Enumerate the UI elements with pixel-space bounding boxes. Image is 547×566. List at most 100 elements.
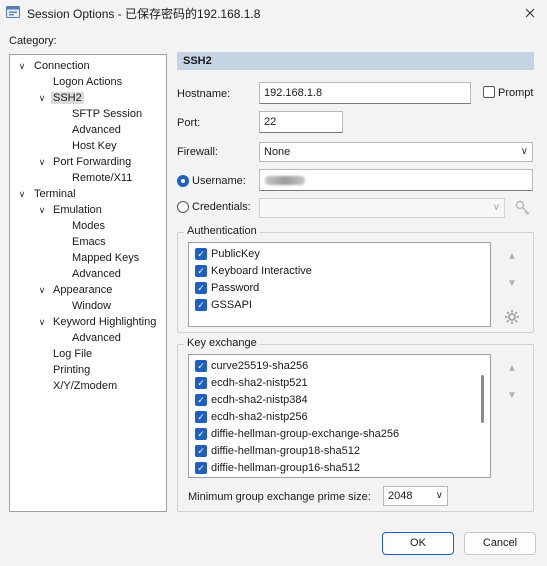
- session-options-window: Session Options - 已保存密码的192.168.1.8 Cate…: [0, 0, 547, 566]
- radio-icon: [177, 175, 189, 188]
- hostname-label: Hostname:: [177, 88, 231, 100]
- list-item[interactable]: ✓ GSSAPI: [195, 297, 252, 314]
- tree-item-port-forwarding[interactable]: Port Forwarding: [51, 154, 133, 170]
- key-icon: [515, 200, 530, 215]
- checkbox-checked-icon: ✓: [195, 360, 207, 373]
- checkbox-checked-icon: ✓: [195, 411, 207, 424]
- tree-item-log-file[interactable]: Log File: [51, 346, 94, 362]
- checkbox-checked-icon: ✓: [195, 265, 207, 278]
- radio-icon: [177, 201, 189, 214]
- tree-item-remote-x11[interactable]: Remote/X11: [70, 170, 134, 186]
- checkbox-checked-icon: ✓: [195, 428, 207, 441]
- move-up-button[interactable]: ▲: [503, 247, 521, 265]
- list-item[interactable]: ✓ ecdh-sha2-nistp521: [195, 375, 308, 392]
- redacted-username: [265, 176, 305, 185]
- tree-item-xyzmodem[interactable]: X/Y/Zmodem: [51, 378, 119, 394]
- list-item[interactable]: ✓ ecdh-sha2-nistp384: [195, 392, 308, 409]
- section-header: SSH2: [177, 52, 534, 70]
- close-icon: [525, 8, 535, 18]
- username-label: Username:: [192, 175, 246, 187]
- tree-item-logon-actions[interactable]: Logon Actions: [51, 74, 124, 90]
- checkbox-checked-icon: ✓: [195, 445, 207, 458]
- tree-item-mapped-keys[interactable]: Mapped Keys: [70, 250, 141, 266]
- cancel-button[interactable]: Cancel: [464, 532, 536, 555]
- tree-item-modes[interactable]: Modes: [70, 218, 107, 234]
- checkbox-checked-icon: ✓: [195, 377, 207, 390]
- scrollbar-thumb[interactable]: [481, 375, 484, 423]
- tree-item-host-key[interactable]: Host Key: [70, 138, 119, 154]
- checkbox-checked-icon: ✓: [195, 248, 207, 261]
- checkbox-checked-icon: ✓: [195, 394, 207, 407]
- move-down-button[interactable]: ▼: [503, 386, 521, 404]
- chevron-down-icon: ∨: [492, 202, 500, 213]
- chevron-down-icon: ∨: [520, 146, 528, 157]
- authentication-title: Authentication: [184, 225, 260, 237]
- min-prime-select[interactable]: 2048 ∨: [383, 486, 448, 506]
- tree-item-ssh2[interactable]: SSH2: [51, 90, 84, 106]
- tree-item-window[interactable]: Window: [70, 298, 113, 314]
- expand-toggle-icon[interactable]: ∨: [37, 282, 47, 298]
- tree-item-connection[interactable]: Connection: [32, 58, 92, 74]
- arrow-up-icon: ▲: [507, 362, 517, 374]
- tree-item-ssh2-advanced[interactable]: Advanced: [70, 122, 123, 138]
- arrow-down-icon: ▼: [507, 389, 517, 401]
- expand-toggle-icon[interactable]: ∨: [37, 202, 47, 218]
- tree-item-sftp-session[interactable]: SFTP Session: [70, 106, 144, 122]
- key-exchange-title: Key exchange: [184, 337, 260, 349]
- title-bar: Session Options - 已保存密码的192.168.1.8: [0, 0, 547, 26]
- prompt-label: Prompt: [498, 87, 534, 99]
- port-input[interactable]: 22: [259, 111, 343, 133]
- credentials-label: Credentials:: [192, 201, 251, 213]
- firewall-select[interactable]: None ∨: [259, 142, 533, 162]
- window-title: Session Options - 已保存密码的192.168.1.8: [27, 7, 261, 21]
- authentication-list[interactable]: ✓ PublicKey ✓ Keyboard Interactive ✓ Passwo…: [188, 242, 491, 327]
- credentials-select[interactable]: ∨: [259, 198, 505, 218]
- tree-item-keyword-highlighting[interactable]: Keyword Highlighting: [51, 314, 158, 330]
- list-item[interactable]: ✓ ecdh-sha2-nistp256: [195, 409, 308, 426]
- checkbox-icon: [483, 86, 495, 99]
- tree-item-emulation-advanced[interactable]: Advanced: [70, 266, 123, 282]
- list-item[interactable]: ✓ Password: [195, 280, 259, 297]
- arrow-up-icon: ▲: [507, 250, 517, 262]
- expand-toggle-icon[interactable]: ∨: [37, 314, 47, 330]
- close-button[interactable]: [513, 0, 547, 26]
- move-down-button[interactable]: ▼: [503, 274, 521, 292]
- tree-item-keyword-advanced[interactable]: Advanced: [70, 330, 123, 346]
- expand-toggle-icon[interactable]: ∨: [37, 90, 47, 106]
- firewall-label: Firewall:: [177, 146, 218, 158]
- tree-item-printing[interactable]: Printing: [51, 362, 92, 378]
- key-exchange-list[interactable]: ✓ curve25519-sha256 ✓ ecdh-sha2-nistp521 ✓…: [188, 354, 491, 478]
- checkbox-checked-icon: ✓: [195, 462, 207, 475]
- category-tree[interactable]: ∨ Connection Logon Actions ∨ SSH2 SFTP S…: [9, 54, 167, 512]
- chevron-down-icon: ∨: [435, 490, 443, 501]
- checkbox-checked-icon: ✓: [195, 299, 207, 312]
- list-item[interactable]: ✓ curve25519-sha256: [195, 358, 308, 375]
- expand-toggle-icon[interactable]: ∨: [17, 58, 27, 74]
- ok-button[interactable]: OK: [382, 532, 454, 555]
- credentials-radio[interactable]: [177, 201, 189, 214]
- port-label: Port:: [177, 117, 201, 129]
- arrow-down-icon: ▼: [507, 277, 517, 289]
- move-up-button[interactable]: ▲: [503, 359, 521, 377]
- tree-item-terminal[interactable]: Terminal: [32, 186, 78, 202]
- prompt-checkbox[interactable]: [483, 86, 495, 99]
- expand-toggle-icon[interactable]: ∨: [17, 186, 27, 202]
- tree-item-appearance[interactable]: Appearance: [51, 282, 114, 298]
- gear-icon: [505, 310, 519, 324]
- expand-toggle-icon[interactable]: ∨: [37, 154, 47, 170]
- min-prime-label: Minimum group exchange prime size:: [188, 491, 371, 503]
- hostname-input[interactable]: 192.168.1.8: [259, 82, 471, 104]
- terminal-app-icon: [6, 6, 20, 18]
- list-item[interactable]: ✓ diffie-hellman-group16-sha512: [195, 460, 360, 477]
- settings-button[interactable]: [503, 308, 521, 326]
- tree-item-emulation[interactable]: Emulation: [51, 202, 104, 218]
- min-prime-value: 2048: [388, 490, 413, 502]
- username-radio[interactable]: [177, 175, 189, 188]
- checkbox-checked-icon: ✓: [195, 282, 207, 295]
- list-item[interactable]: ✓ PublicKey: [195, 246, 260, 263]
- tree-item-emacs[interactable]: Emacs: [70, 234, 108, 250]
- list-item[interactable]: ✓ diffie-hellman-group-exchange-sha256: [195, 426, 399, 443]
- list-item[interactable]: ✓ Keyboard Interactive: [195, 263, 312, 280]
- key-button[interactable]: [514, 199, 532, 220]
- list-item[interactable]: ✓ diffie-hellman-group18-sha512: [195, 443, 360, 460]
